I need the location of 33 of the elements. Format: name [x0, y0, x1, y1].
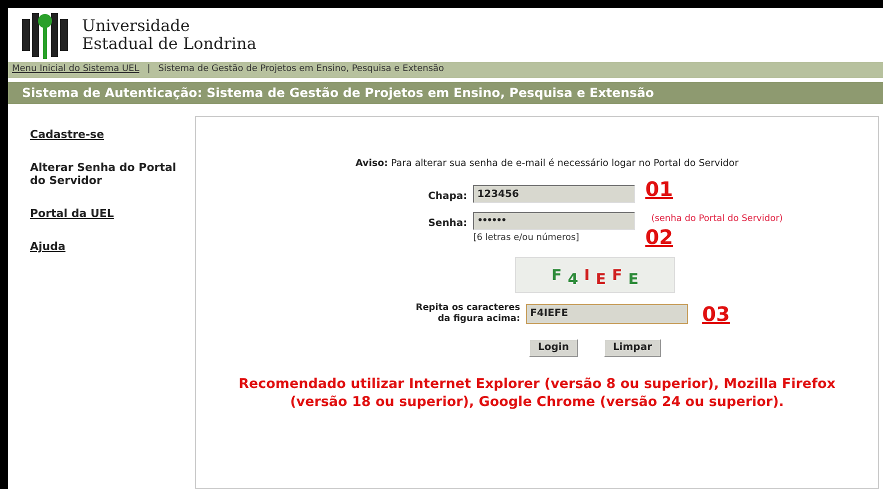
- password-field[interactable]: ••••••: [473, 212, 636, 230]
- hint-text: [6 letras e/ou números]: [473, 232, 580, 246]
- captcha-field[interactable]: F4IEFE: [526, 304, 688, 324]
- captcha-char: E: [596, 268, 606, 290]
- breadcrumb-text: Sistema de Gestão de Projetos em Ensino, Pesquisa e Extensão: [158, 63, 444, 76]
- note-text: (senha do Portal do Servidor): [651, 213, 783, 226]
- form-button[interactable]: Login: [528, 338, 578, 357]
- annotation-number: 03: [702, 304, 730, 324]
- form-button[interactable]: Limpar: [604, 338, 661, 357]
- sidebar-link[interactable]: Alterar Senha do Portal do Servidor: [30, 161, 180, 187]
- field-label: da figura acima:: [438, 314, 520, 325]
- captcha-char: I: [584, 264, 590, 286]
- sidebar-link[interactable]: Portal da UEL: [30, 207, 180, 220]
- sidebar-link[interactable]: Cadastre-se: [30, 128, 180, 141]
- field-label: Repita os caracteres: [416, 302, 520, 314]
- annotation-number: 02: [645, 226, 674, 247]
- logo-text: Estadual de Londrina: [82, 35, 256, 53]
- logo-text: Universidade: [82, 17, 191, 35]
- captcha-char: F: [612, 264, 622, 286]
- separator: |: [147, 63, 150, 76]
- captcha-char: F: [551, 264, 562, 286]
- page-title: Sistema de Autenticação: Sistema de Gestão de Projetos em Ensino, Pesquisa e Extensão: [22, 84, 654, 102]
- field-label: Chapa:: [427, 190, 468, 204]
- annotation-number: 01: [645, 179, 674, 200]
- captcha-char: 4: [568, 268, 578, 290]
- field-label: Senha:: [427, 217, 468, 232]
- breadcrumb-link[interactable]: Menu Inicial do Sistema UEL: [12, 63, 140, 77]
- notice-text: Aviso: Para alterar sua senha de e-mail é necessário logar no Portal do Servidor: [355, 157, 738, 171]
- captcha-char: E: [628, 268, 639, 290]
- logo-icon: [20, 11, 70, 59]
- recommendation-text: Recomendado utilizar Internet Explorer (versão 8 ou superior), Mozilla Firefox (versão 18 ou superior), Google Chrome (versão 24 ou superior).: [238, 374, 836, 411]
- sidebar-link[interactable]: Ajuda: [30, 240, 180, 253]
- chapa-field[interactable]: 123456: [473, 185, 636, 204]
